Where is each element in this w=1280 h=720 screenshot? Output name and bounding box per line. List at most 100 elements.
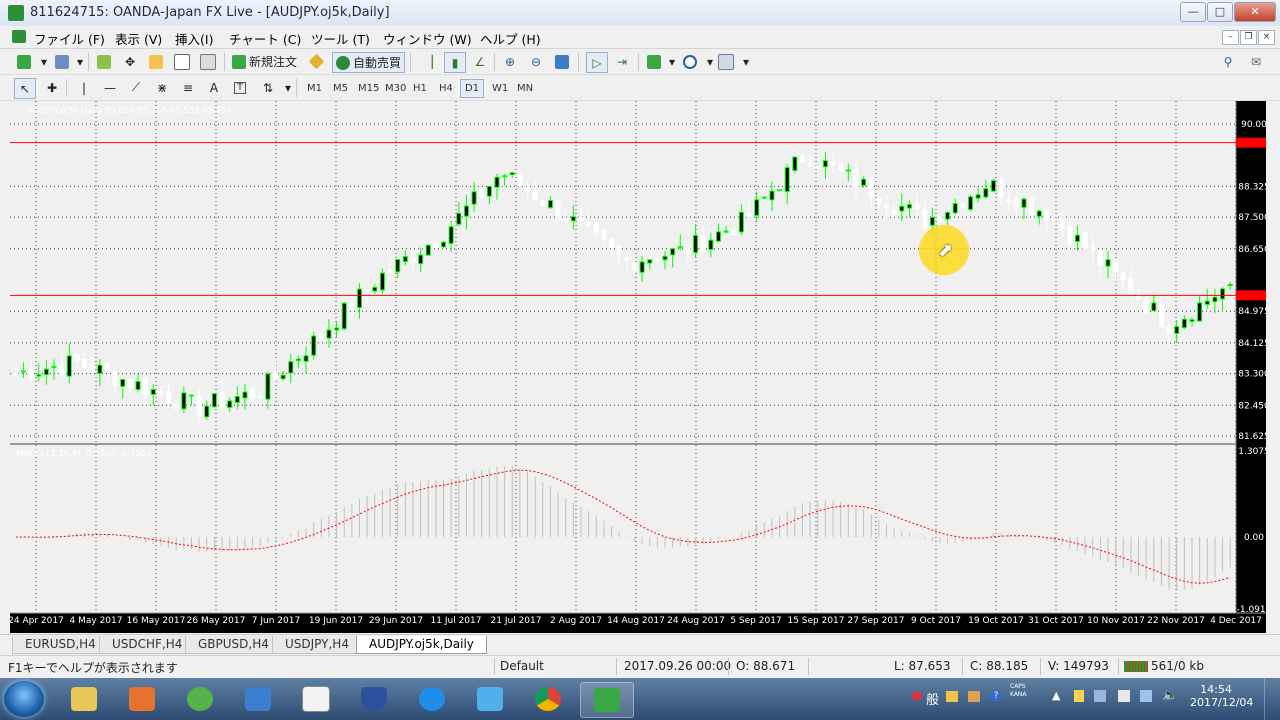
templates-button[interactable] <box>716 52 736 71</box>
mdi-minimize-button[interactable]: – <box>1222 30 1239 45</box>
menu-view[interactable]: 表示 (V) <box>115 29 162 48</box>
taskbar-app-shield[interactable] <box>348 682 400 716</box>
maximize-button[interactable]: □ <box>1207 2 1233 22</box>
fibonacci-button[interactable]: ≡ <box>178 78 198 97</box>
tab-gbpusd-h4[interactable]: GBPUSD,H4 <box>185 636 282 654</box>
menu-insert[interactable]: 挿入(I) <box>175 29 213 48</box>
timeframe-d1[interactable]: D1 <box>460 79 485 98</box>
tray-network-icon[interactable] <box>1118 690 1130 702</box>
template-icon <box>718 53 734 70</box>
dropdown-arrow-icon[interactable]: ▾ <box>662 52 682 71</box>
metaeditor-button[interactable] <box>306 52 326 71</box>
tile-windows-button[interactable] <box>552 52 572 71</box>
mdi-restore-button[interactable]: ❐ <box>1240 30 1257 45</box>
search-button[interactable]: ⚲ <box>1218 52 1238 71</box>
taskbar-metatrader[interactable] <box>580 682 634 718</box>
trendline-button[interactable]: ⟋ <box>126 78 146 97</box>
minimize-button[interactable]: — <box>1180 2 1206 22</box>
ime-mode-icon[interactable]: 般 <box>926 689 939 708</box>
tray-monitor-icon[interactable] <box>1140 690 1152 702</box>
crosshair-button[interactable]: ✚ <box>42 78 62 97</box>
mdi-close-button[interactable]: × <box>1258 30 1275 45</box>
timeframe-h4[interactable]: H4 <box>434 79 458 98</box>
dropdown-arrow-icon[interactable]: ▾ <box>34 52 54 71</box>
navigator-button[interactable] <box>146 52 166 71</box>
menu-chart[interactable]: チャート (C) <box>229 29 301 48</box>
tab-eurusd-h4[interactable]: EURUSD,H4 <box>12 636 109 654</box>
timeframe-w1[interactable]: W1 <box>487 79 513 98</box>
auto-trading-button[interactable]: 自動売買 <box>332 52 406 73</box>
taskbar-clock[interactable]: 14:54 2017/12/04 <box>1190 683 1253 709</box>
new-order-button[interactable]: 新規注文 <box>232 52 297 71</box>
menu-help[interactable]: ヘルプ (H) <box>480 29 541 48</box>
periods-button[interactable] <box>680 52 700 71</box>
candle-body <box>570 216 576 222</box>
bar-chart-button[interactable]: ▕ <box>418 52 438 71</box>
taskbar-internet-explorer[interactable] <box>406 682 458 716</box>
status-profile[interactable]: Default <box>500 659 544 673</box>
start-button[interactable] <box>4 681 44 717</box>
taskbar-app-globe[interactable] <box>174 682 226 716</box>
timeframe-m5[interactable]: M5 <box>328 79 353 98</box>
new-chart-button[interactable] <box>14 52 34 71</box>
line-chart-button[interactable]: ∠ <box>470 52 490 71</box>
terminal-button[interactable] <box>172 52 192 71</box>
close-button[interactable]: ✕ <box>1234 2 1276 22</box>
zoom-in-button[interactable]: ⊕ <box>500 52 520 71</box>
horizontal-line-button[interactable]: — <box>100 78 120 97</box>
arrows-button[interactable]: ⇅ <box>258 78 278 97</box>
dropdown-arrow-icon[interactable]: ▾ <box>278 78 298 97</box>
candle-body <box>486 185 492 197</box>
cursor-button[interactable]: ↖ <box>14 78 36 99</box>
ime-icon[interactable] <box>946 691 958 702</box>
show-hidden-icons-button[interactable]: ▲ <box>1052 689 1060 702</box>
dropdown-arrow-icon[interactable]: ▾ <box>736 52 756 71</box>
ime-dictionary-icon[interactable] <box>968 691 980 702</box>
taskbar-chrome[interactable] <box>522 682 574 716</box>
indicators-button[interactable] <box>644 52 664 71</box>
timeframe-mn[interactable]: MN <box>512 79 538 98</box>
price-chart[interactable]: 24 Apr 2017 4 May 2017 16 May 2017 26 May 2… <box>10 101 1266 633</box>
candle-body <box>379 272 385 291</box>
timeframe-m30[interactable]: M30 <box>380 79 411 98</box>
auto-scroll-button[interactable]: ▷ <box>586 52 608 73</box>
taskbar-app-ie-alt[interactable] <box>464 682 516 716</box>
taskbar-app-window[interactable] <box>232 682 284 716</box>
strategy-tester-button[interactable] <box>198 52 218 71</box>
vertical-line-button[interactable]: | <box>74 78 94 97</box>
chart-shift-button[interactable]: ⇥ <box>612 52 632 71</box>
menu-window[interactable]: ウィンドウ (W) <box>383 29 472 48</box>
equidistant-channel-button[interactable]: ⋇ <box>152 78 172 97</box>
zoom-out-button[interactable]: ⊖ <box>526 52 546 71</box>
tray-app-icon[interactable] <box>1094 690 1106 702</box>
text-label-button[interactable]: T <box>230 78 250 97</box>
chat-button[interactable]: ✉ <box>1246 52 1266 71</box>
timeframe-m1[interactable]: M1 <box>302 79 327 98</box>
help-icon[interactable]: ? <box>990 690 1002 702</box>
candlestick-button[interactable]: ▮ <box>444 52 466 73</box>
market-watch-button[interactable] <box>94 52 114 71</box>
taskbar-explorer[interactable] <box>58 682 110 716</box>
candle-body <box>448 226 454 244</box>
tab-usdchf-h4[interactable]: USDCHF,H4 <box>99 636 196 654</box>
candle <box>112 369 118 393</box>
data-window-button[interactable]: ✥ <box>120 52 140 71</box>
profiles-button[interactable] <box>52 52 72 71</box>
text-button[interactable]: A <box>204 78 224 97</box>
show-desktop-button[interactable] <box>1264 678 1280 720</box>
menu-tools[interactable]: ツール (T) <box>311 29 370 48</box>
menu-file[interactable]: ファイル (F) <box>34 29 105 48</box>
candle <box>662 250 668 269</box>
volume-icon[interactable]: 🔈 <box>1162 688 1178 703</box>
connection-status-icon[interactable] <box>1124 661 1148 672</box>
candle <box>677 234 683 251</box>
timeframe-h1[interactable]: H1 <box>408 79 432 98</box>
record-icon[interactable] <box>912 691 922 701</box>
taskbar-app-document[interactable] <box>290 682 342 716</box>
tab-usdjpy-h4[interactable]: USDJPY,H4 <box>272 636 362 654</box>
tray-app-icon[interactable] <box>1074 690 1084 702</box>
candle-body <box>20 370 26 373</box>
tab-audjpy-daily[interactable]: AUDJPY.oj5k,Daily <box>356 636 487 654</box>
dropdown-arrow-icon[interactable]: ▾ <box>70 52 90 71</box>
taskbar-media-player[interactable] <box>116 682 168 716</box>
